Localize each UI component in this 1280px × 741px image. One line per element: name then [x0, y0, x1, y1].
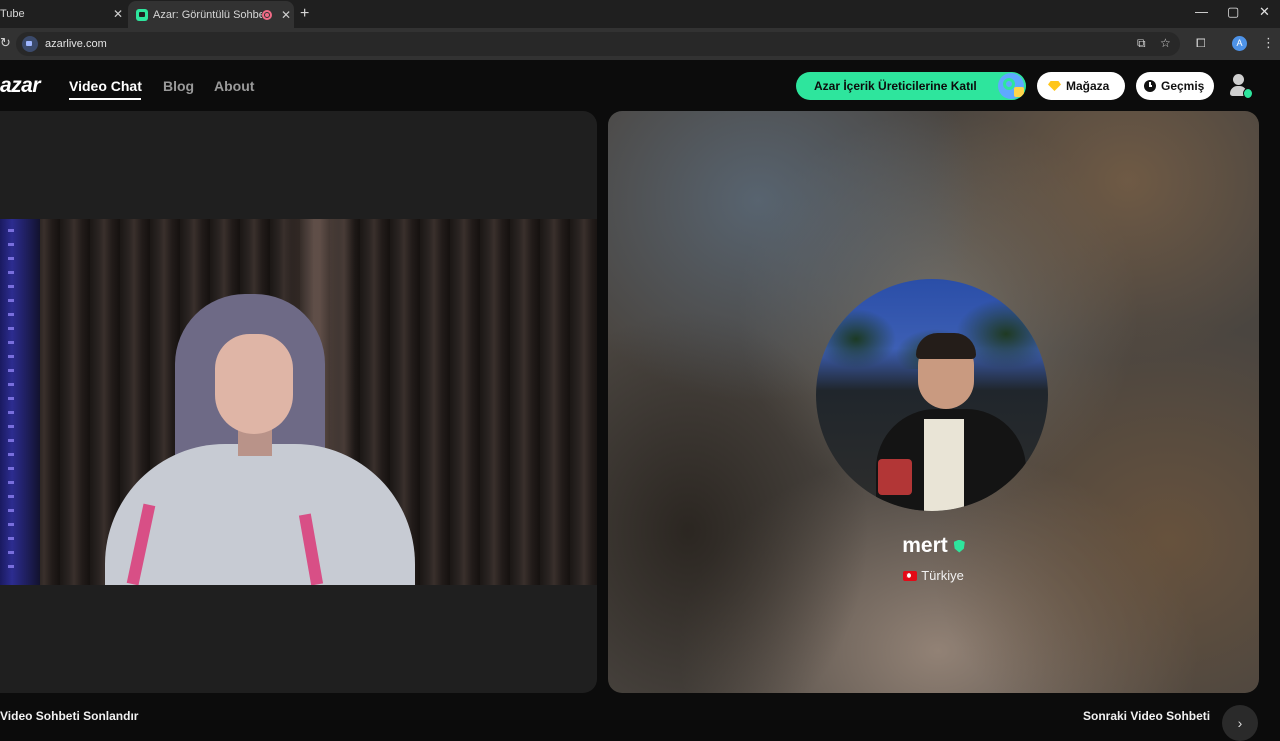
creator-badge-icon — [998, 73, 1024, 99]
join-creators-button[interactable]: Azar İçerik Üreticilerine Katıl — [796, 72, 1026, 100]
partner-video-panel: mert Türkiye — [608, 111, 1259, 693]
self-video-panel — [0, 111, 597, 693]
browser-tabstrip: Tube ✕ Azar: Görüntülü Sohbet & ✕ + — ▢ … — [0, 0, 1280, 28]
nav-blog[interactable]: Blog — [163, 78, 194, 94]
history-label: Geçmiş — [1161, 79, 1205, 93]
photo-tshirt — [924, 419, 964, 511]
history-button[interactable]: Geçmiş — [1136, 72, 1214, 100]
photo-person — [876, 319, 1026, 511]
partner-name: mert — [902, 534, 948, 557]
address-bar[interactable]: azarlive.com — [16, 32, 1180, 56]
close-tab-icon[interactable]: ✕ — [278, 8, 294, 22]
recording-icon — [262, 9, 272, 20]
azar-page: azar Video Chat Blog About Azar İçerik Ü… — [0, 60, 1280, 741]
new-tab-icon[interactable]: + — [300, 5, 309, 23]
tab-title: Azar: Görüntülü Sohbet & — [153, 8, 262, 21]
partner-profile-photo — [816, 279, 1048, 511]
nav-about[interactable]: About — [214, 78, 254, 94]
avatar-head — [1233, 74, 1244, 85]
nav-video-chat[interactable]: Video Chat — [69, 78, 142, 94]
menu-icon[interactable]: ⋮ — [1262, 35, 1275, 51]
gem-icon — [1048, 81, 1061, 91]
photo-cup — [878, 459, 912, 495]
next-video-chat-label[interactable]: Sonraki Video Sohbeti — [1083, 709, 1210, 723]
reload-icon[interactable]: ↻ — [0, 35, 11, 51]
partner-country: Türkiye — [608, 568, 1259, 583]
site-info-icon[interactable] — [22, 36, 38, 52]
user-profile-icon[interactable] — [1228, 73, 1253, 99]
install-app-icon[interactable]: ⧉ — [1137, 36, 1146, 51]
shop-button[interactable]: Mağaza — [1037, 72, 1125, 100]
end-video-chat-button[interactable]: Video Sohbeti Sonlandır — [0, 709, 138, 723]
self-camera-feed — [0, 219, 597, 585]
join-creators-label: Azar İçerik Üreticilerine Katıl — [814, 79, 977, 93]
azar-favicon-icon — [136, 8, 148, 21]
browser-tab-youtube[interactable]: Tube ✕ — [0, 0, 126, 28]
shop-label: Mağaza — [1066, 79, 1110, 93]
minimize-icon[interactable]: — — [1195, 4, 1208, 19]
photo-hair — [916, 333, 976, 359]
turkey-flag-icon — [903, 571, 918, 581]
extensions-icon[interactable]: ⧠ — [1196, 36, 1206, 51]
next-arrow-icon[interactable]: › — [1222, 705, 1258, 741]
browser-toolbar: ↻ azarlive.com ⧉ ☆ ⧠ — [0, 28, 1280, 60]
face — [215, 334, 293, 434]
maximize-icon[interactable]: ▢ — [1227, 4, 1239, 20]
led-light-strip — [0, 219, 40, 585]
tab-title: Tube — [0, 8, 25, 20]
partner-name-row: mert — [608, 534, 1259, 558]
hoodie — [105, 444, 415, 585]
browser-profile-avatar[interactable]: A — [1232, 36, 1247, 51]
clock-icon — [1144, 80, 1156, 92]
online-status-badge — [1243, 88, 1253, 99]
azar-logo[interactable]: azar — [0, 74, 41, 98]
url-text: azarlive.com — [45, 38, 107, 50]
bookmark-star-icon[interactable]: ☆ — [1160, 36, 1171, 50]
browser-tab-azar[interactable]: Azar: Görüntülü Sohbet & ✕ — [128, 1, 294, 28]
close-window-icon[interactable]: ✕ — [1259, 4, 1270, 20]
close-tab-icon[interactable]: ✕ — [110, 7, 126, 21]
nav-active-underline — [69, 98, 141, 100]
partner-country-label: Türkiye — [921, 568, 964, 583]
self-person-figure — [105, 294, 415, 585]
verified-shield-icon — [953, 539, 965, 553]
